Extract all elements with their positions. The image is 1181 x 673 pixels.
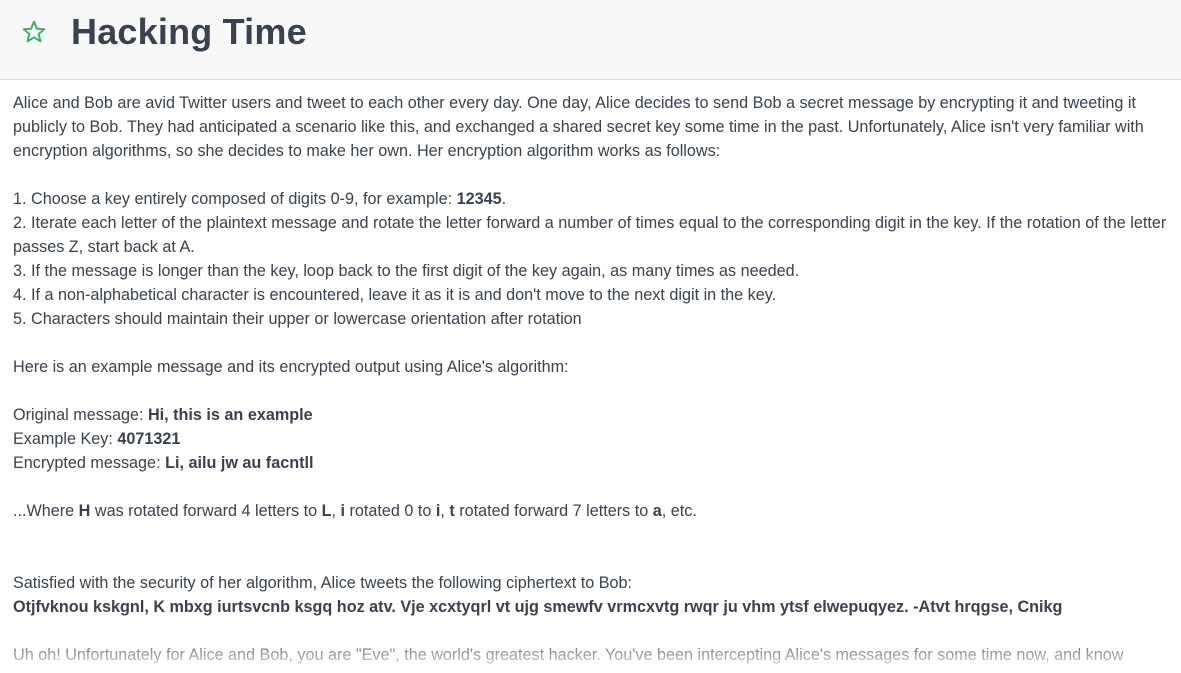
original-message: Original message: Hi, this is an example xyxy=(13,403,1173,427)
rule-4: 4. If a non-alphabetical character is en… xyxy=(13,286,777,304)
rule-1-text: 1. Choose a key entirely composed of dig… xyxy=(13,190,457,208)
encrypted-message: Encrypted message: Li, ailu jw au facntl… xyxy=(13,451,1173,475)
rule-1-end: . xyxy=(501,190,507,208)
where-prefix: ...Where xyxy=(13,502,79,520)
example-key: Example Key: 4071321 xyxy=(13,427,1173,451)
where-text-1: was rotated forward 4 letters to xyxy=(90,502,322,520)
where-h: H xyxy=(78,502,91,520)
eve-paragraph: Uh oh! Unfortunately for Alice and Bob, … xyxy=(13,646,1124,664)
where-text-3: rotated forward 7 letters to xyxy=(454,502,653,520)
where-text-2: rotated 0 to xyxy=(345,502,436,520)
page-title: Hacking Time xyxy=(71,11,307,52)
example-key-value: 4071321 xyxy=(117,430,181,448)
rule-5: 5. Characters should maintain their uppe… xyxy=(13,310,582,328)
rule-1-key: 12345 xyxy=(456,190,502,208)
encrypted-value: Li, ailu jw au facntll xyxy=(165,454,314,472)
intro-paragraph: Alice and Bob are avid Twitter users and… xyxy=(13,94,1144,160)
encrypted-label: Encrypted message: xyxy=(13,454,166,472)
where-end: , etc. xyxy=(661,502,697,520)
star-icon[interactable] xyxy=(21,19,47,45)
satisfied-paragraph: Satisfied with the security of her algor… xyxy=(13,574,633,592)
rule-3: 3. If the message is longer than the key… xyxy=(13,262,800,280)
example-key-label: Example Key: xyxy=(13,430,118,448)
ciphertext: Otjfvknou kskgnl, K mbxg iurtsvcnb ksgq … xyxy=(13,595,1173,619)
ciphertext-value: Otjfvknou kskgnl, K mbxg iurtsvcnb ksgq … xyxy=(13,598,1063,616)
where-l: L xyxy=(321,502,332,520)
rule-1: 1. Choose a key entirely composed of dig… xyxy=(13,187,1173,211)
page-header: Hacking Time xyxy=(0,0,1181,80)
rotation-explanation: ...Where H was rotated forward 4 letters… xyxy=(13,499,1173,523)
example-intro: Here is an example message and its encry… xyxy=(13,358,569,376)
problem-statement: Alice and Bob are avid Twitter users and… xyxy=(13,91,1173,667)
where-comma-1: , xyxy=(331,502,341,520)
original-value: Hi, this is an example xyxy=(147,406,313,424)
original-label: Original message: xyxy=(13,406,148,424)
where-a: a xyxy=(652,502,662,520)
rule-2: 2. Iterate each letter of the plaintext … xyxy=(13,214,1167,256)
